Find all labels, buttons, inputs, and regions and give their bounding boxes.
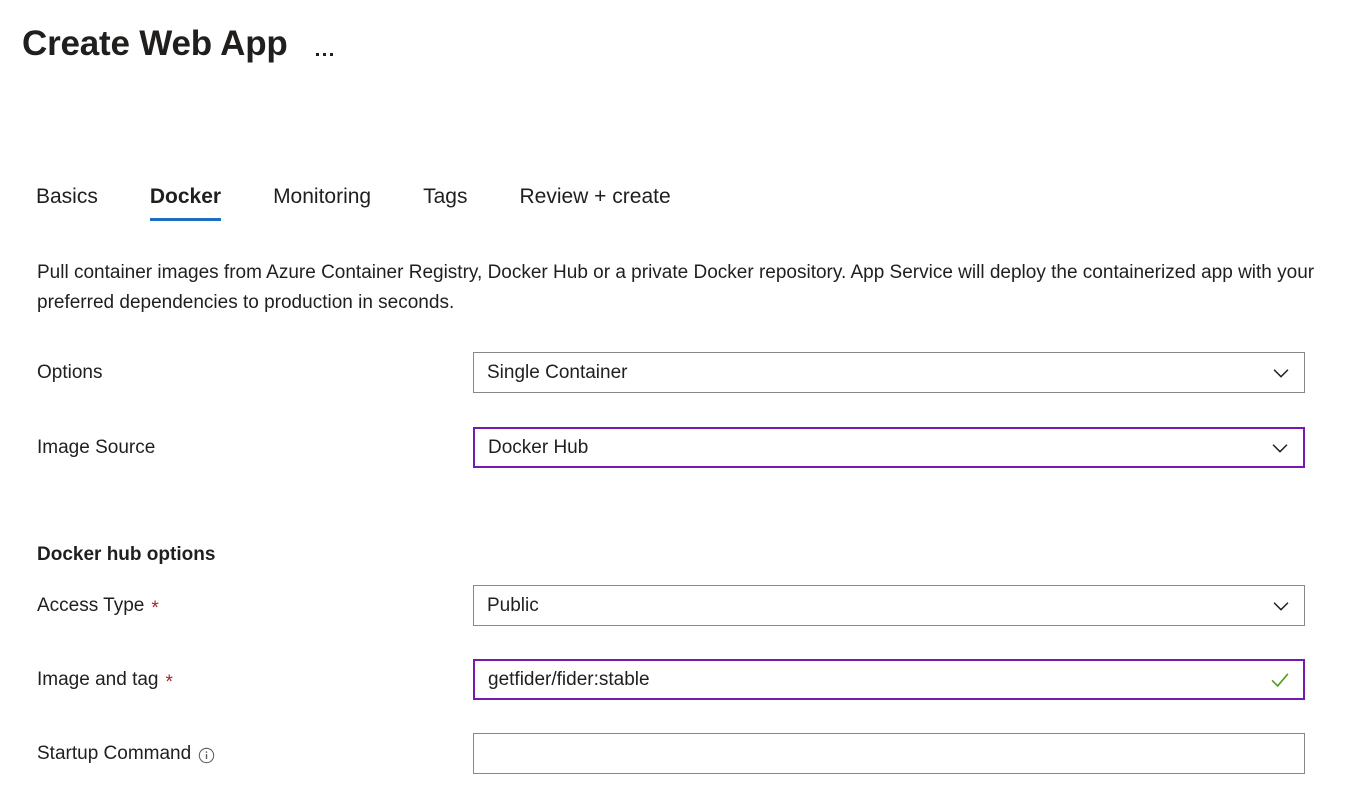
blade-description: Pull container images from Azure Contain… [37, 258, 1339, 318]
tab-review-create[interactable]: Review + create [519, 183, 670, 221]
options-dropdown[interactable]: Single Container [473, 352, 1305, 393]
form-row-image-source: Image Source Docker Hub [0, 427, 1368, 468]
options-label: Options [37, 360, 102, 386]
valid-check-icon [1269, 669, 1291, 691]
startup-command-input[interactable] [473, 733, 1305, 774]
more-options-icon[interactable] [312, 22, 337, 66]
options-label-wrap: Options [0, 352, 473, 386]
access-type-label: Access Type [37, 593, 144, 619]
form-row-options: Options Single Container [0, 352, 1368, 393]
image-and-tag-label-wrap: Image and tag * [0, 659, 473, 693]
blade-header: Create Web App [22, 22, 337, 66]
ellipsis-dot [330, 53, 333, 56]
wizard-tabs: Basics Docker Monitoring Tags Review + c… [36, 183, 671, 221]
chevron-down-icon [1269, 437, 1291, 459]
form-row-image-and-tag: Image and tag * getfider/fider:stable [0, 659, 1368, 700]
chevron-down-icon [1270, 362, 1292, 384]
startup-command-label: Startup Command [37, 741, 191, 767]
form-row-startup-command: Startup Command [0, 733, 1368, 774]
ellipsis-dot [316, 53, 319, 56]
docker-hub-options-heading: Docker hub options [0, 542, 1368, 568]
create-web-app-blade: Create Web App Basics Docker Monitoring … [0, 0, 1368, 800]
tab-basics[interactable]: Basics [36, 183, 98, 221]
access-type-value: Public [487, 594, 1270, 618]
options-value: Single Container [487, 361, 1270, 385]
page-title: Create Web App [22, 22, 288, 66]
chevron-down-icon [1270, 595, 1292, 617]
access-type-dropdown[interactable]: Public [473, 585, 1305, 626]
tab-monitoring[interactable]: Monitoring [273, 183, 371, 221]
image-source-label-wrap: Image Source [0, 427, 473, 461]
startup-command-label-wrap: Startup Command [0, 733, 473, 767]
required-asterisk: * [151, 599, 158, 618]
image-source-dropdown[interactable]: Docker Hub [473, 427, 1305, 468]
image-and-tag-label: Image and tag [37, 667, 158, 693]
image-source-value: Docker Hub [488, 436, 1269, 460]
ellipsis-dot [323, 53, 326, 56]
form-row-access-type: Access Type * Public [0, 585, 1368, 626]
image-and-tag-input[interactable]: getfider/fider:stable [473, 659, 1305, 700]
required-asterisk: * [165, 673, 172, 692]
access-type-label-wrap: Access Type * [0, 585, 473, 619]
info-icon[interactable] [198, 747, 215, 764]
image-and-tag-value: getfider/fider:stable [488, 668, 1269, 692]
docker-form: Options Single Container Image Source Do… [0, 352, 1368, 774]
image-source-label: Image Source [37, 435, 155, 461]
tab-tags[interactable]: Tags [423, 183, 467, 221]
tab-docker[interactable]: Docker [150, 183, 221, 221]
